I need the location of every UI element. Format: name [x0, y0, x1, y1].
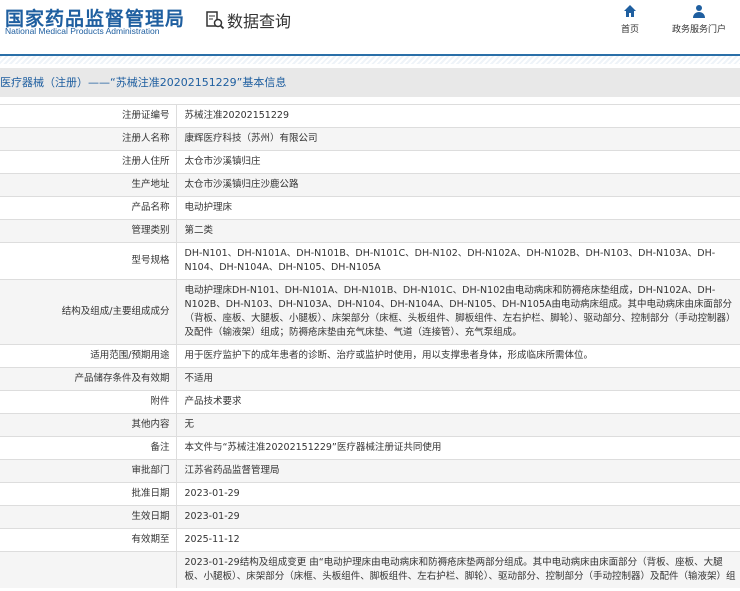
- data-query-heading: 数据查询: [205, 8, 291, 32]
- field-label: 生产地址: [0, 173, 177, 197]
- table-row: 结构及组成/主要组成成分 电动护理床DH-N101、DH-N101A、DH-N10…: [0, 279, 740, 345]
- table-row: 附件 产品技术要求: [0, 390, 740, 414]
- document-search-icon: [206, 11, 225, 30]
- field-label: 备注: [0, 436, 177, 460]
- field-value: 本文件与“苏械注准20202151229”医疗器械注册证共同使用: [184, 442, 442, 453]
- info-table: 注册证编号 苏械注准20202151229 注册人名称 康辉医疗科技（苏州）有限公司注…: [0, 104, 740, 588]
- logo-subtitle: National Medical Products Administration: [5, 26, 160, 36]
- field-value: 苏械注准20202151229: [184, 110, 290, 121]
- table-row: 审批部门 江苏省药品监督管理局: [0, 459, 740, 483]
- user-icon: [693, 5, 705, 18]
- site-header: 国家药品监督管理局 National Medical Products Admi…: [0, 0, 740, 56]
- nav-service-portal[interactable]: 政务服务门户: [664, 4, 734, 35]
- field-label: 注册证编号: [0, 104, 177, 128]
- table-row: 管理类别 第二类: [0, 219, 740, 243]
- table-row: 备注 本文件与“苏械注准20202151229”医疗器械注册证共同使用: [0, 436, 740, 460]
- table-row: 生效日期 2023-01-29: [0, 505, 740, 529]
- field-label: 其他内容: [0, 413, 177, 437]
- table-row: 其他内容无: [0, 413, 740, 437]
- field-label: 批准日期: [0, 482, 177, 506]
- field-value: 产品技术要求: [184, 396, 242, 407]
- field-value: 2025-11-12: [184, 534, 240, 545]
- field-label: 附件: [0, 390, 177, 414]
- field-value: 电动护理床DH-N101、DH-N101A、DH-N101B、DH-N101C、…: [184, 285, 736, 338]
- field-value: 2023-01-29: [184, 488, 240, 499]
- table-row: 产品名称 电动护理床: [0, 196, 740, 220]
- field-label: [0, 551, 177, 588]
- table-row: 注册证编号 苏械注准20202151229: [0, 104, 740, 128]
- field-value: 无: [184, 419, 195, 430]
- field-label: 适用范围/预期用途: [0, 344, 177, 368]
- nav-home-label: 首页: [620, 25, 639, 35]
- field-value: 2023-01-29结构及组成变更 由“电动护理床由电动病床和防褥疮床垫两部分组…: [184, 557, 736, 582]
- field-value: DH-N101、DH-N101A、DH-N101B、DH-N101C、DH-N1…: [184, 248, 716, 273]
- field-value: 电动护理床: [184, 202, 233, 213]
- table-row: 注册人名称 康辉医疗科技（苏州）有限公司: [0, 127, 740, 151]
- nav-service-label: 政务服务门户: [671, 25, 726, 35]
- nav-home[interactable]: 首页: [612, 4, 648, 35]
- data-query-label: 数据查询: [227, 12, 292, 31]
- field-label: 注册人名称: [0, 127, 177, 151]
- table-row: 型号规格 DH-N101、DH-N101A、DH-N101B、DH-N101C、D…: [0, 242, 740, 280]
- field-value: 不适用: [184, 373, 214, 384]
- field-label: 产品储存条件及有效期: [0, 367, 177, 391]
- field-value: 太仓市沙溪镇归庄沙鹿公路: [184, 179, 299, 190]
- field-label: 型号规格: [0, 242, 177, 280]
- field-label: 管理类别: [0, 219, 177, 243]
- table-row: 批准日期 2023-01-29: [0, 482, 740, 506]
- table-row: 注册人住所 太仓市沙溪镇归庄: [0, 150, 740, 174]
- table-row: 生产地址 太仓市沙溪镇归庄沙鹿公路: [0, 173, 740, 197]
- field-label: 产品名称: [0, 196, 177, 220]
- field-value: 太仓市沙溪镇归庄: [184, 156, 261, 167]
- home-icon: [624, 5, 636, 17]
- divider: [0, 56, 740, 64]
- table-row: 有效期至 2025-11-12: [0, 528, 740, 552]
- field-value: 2023-01-29: [184, 511, 240, 522]
- table-row: 2023-01-29结构及组成变更 由“电动护理床由电动病床和防褥疮床垫两部分组…: [0, 551, 740, 588]
- field-value: 第二类: [184, 225, 214, 236]
- field-label: 生效日期: [0, 505, 177, 529]
- field-label: 审批部门: [0, 459, 177, 483]
- field-label: 有效期至: [0, 528, 177, 552]
- field-value: 康辉医疗科技（苏州）有限公司: [184, 133, 318, 144]
- page-title: 医疗器械（注册）——“苏械注准20202151229”基本信息: [0, 68, 740, 97]
- table-row: 适用范围/预期用途 用于医疗监护下的成年患者的诊断、治疗或监护时使用，用以支撑患者…: [0, 344, 740, 368]
- field-label: 注册人住所: [0, 150, 177, 174]
- field-value: 江苏省药品监督管理局: [184, 465, 280, 476]
- field-label: 结构及组成/主要组成成分: [0, 279, 177, 345]
- field-value: 用于医疗监护下的成年患者的诊断、治疗或监护时使用，用以支撑患者身体，形成临床所需…: [184, 350, 594, 361]
- table-row: 产品储存条件及有效期 不适用: [0, 367, 740, 391]
